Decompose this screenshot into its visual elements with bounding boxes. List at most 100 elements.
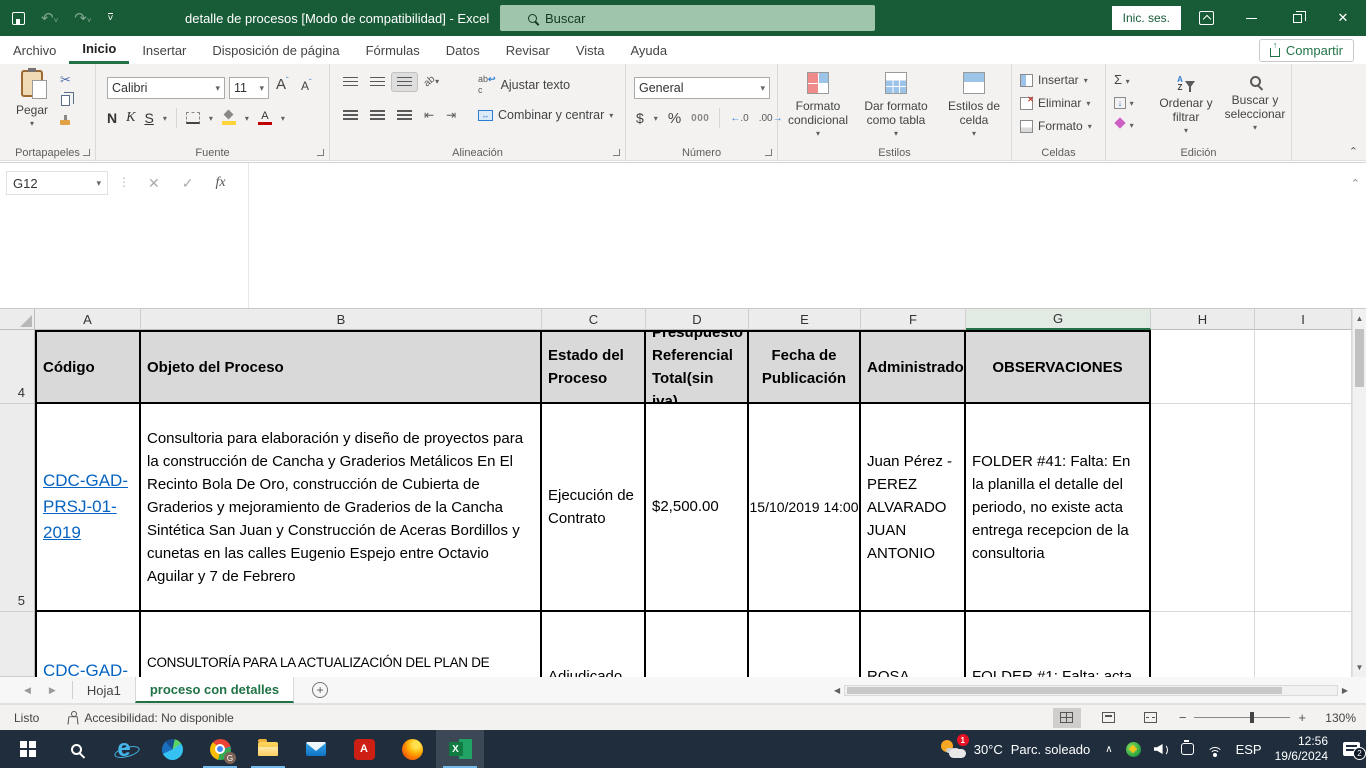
col-header-i[interactable]: I bbox=[1255, 309, 1352, 330]
cell-g6[interactable]: FOLDER #1: Falta: acta bbox=[966, 612, 1151, 677]
firefox-button[interactable] bbox=[388, 730, 436, 768]
save-icon[interactable] bbox=[12, 12, 25, 25]
cell-h6[interactable] bbox=[1151, 612, 1255, 677]
row-header-5[interactable]: 5 bbox=[0, 404, 35, 612]
col-header-a[interactable]: A bbox=[35, 309, 141, 330]
font-name-combo[interactable]: Calibri▾ bbox=[107, 77, 225, 99]
thousands-icon[interactable]: 000 bbox=[691, 113, 709, 124]
tab-inicio[interactable]: Inicio bbox=[69, 36, 129, 64]
tab-insertar[interactable]: Insertar bbox=[129, 36, 199, 64]
italic-button[interactable]: K bbox=[126, 110, 135, 126]
cell-c4[interactable]: Estado del Proceso bbox=[542, 330, 646, 404]
scroll-up-icon[interactable]: ▲ bbox=[1353, 311, 1366, 326]
cell-c5[interactable]: Ejecución de Contrato bbox=[542, 404, 646, 612]
sort-filter-button[interactable]: AZ Ordenar y filtrar▾ bbox=[1154, 72, 1218, 138]
wifi-icon[interactable] bbox=[1207, 743, 1223, 755]
number-format-combo[interactable]: General▾ bbox=[634, 77, 770, 99]
sheet-next-icon[interactable]: ▶ bbox=[49, 685, 56, 696]
volume-icon[interactable] bbox=[1154, 743, 1168, 755]
cell-g4[interactable]: OBSERVACIONES bbox=[966, 330, 1151, 404]
insert-function-icon[interactable]: fx bbox=[215, 175, 225, 191]
process-code-link-2[interactable]: CDC-GAD- bbox=[43, 658, 133, 677]
cut-icon[interactable]: ✂ bbox=[60, 74, 71, 86]
copy-icon[interactable] bbox=[61, 95, 70, 106]
orientation-icon[interactable]: ab▾ bbox=[419, 72, 444, 91]
search-box[interactable]: Buscar bbox=[500, 5, 875, 31]
cell-d4[interactable]: Presupuesto Referencial Total(sin iva) bbox=[646, 330, 749, 404]
cell-styles-button[interactable]: Estilos de celda▾ bbox=[936, 72, 1012, 141]
tab-ayuda[interactable]: Ayuda bbox=[618, 36, 681, 64]
currency-icon[interactable]: $ bbox=[636, 110, 644, 126]
cell-f5[interactable]: Juan Pérez - PEREZ ALVARADO JUAN ANTONIO bbox=[861, 404, 966, 612]
cell-d5[interactable]: $2,500.00 bbox=[646, 404, 749, 612]
horizontal-scroll-thumb[interactable] bbox=[847, 687, 1282, 694]
underline-button[interactable]: S bbox=[144, 110, 153, 126]
col-header-b[interactable]: B bbox=[141, 309, 542, 330]
customize-qat-icon[interactable]: ˅ bbox=[108, 13, 114, 23]
acrobat-button[interactable]: A bbox=[340, 730, 388, 768]
col-header-f[interactable]: F bbox=[861, 309, 966, 330]
cell-a6[interactable]: CDC-GAD- bbox=[35, 612, 141, 677]
zoom-level[interactable]: 130% bbox=[1320, 711, 1356, 725]
bold-button[interactable]: N bbox=[107, 110, 117, 126]
cell-e5[interactable]: 15/10/2019 14:00 bbox=[749, 404, 861, 612]
sign-in-button[interactable]: Inic. ses. bbox=[1112, 6, 1181, 30]
new-sheet-icon[interactable]: + bbox=[312, 682, 328, 698]
autosum-icon[interactable]: Σ ▾ bbox=[1114, 72, 1130, 87]
decrease-font-icon[interactable]: Aˇ bbox=[301, 78, 312, 93]
col-header-d[interactable]: D bbox=[646, 309, 749, 330]
language-indicator[interactable]: ESP bbox=[1236, 742, 1262, 757]
align-left-icon[interactable] bbox=[338, 106, 363, 124]
format-painter-icon[interactable] bbox=[60, 115, 70, 125]
collapse-ribbon-icon[interactable]: ⌃ bbox=[1349, 145, 1358, 158]
clear-icon[interactable]: ▾ bbox=[1114, 116, 1134, 131]
tab-disposicion[interactable]: Disposición de página bbox=[199, 36, 352, 64]
taskbar-search-button[interactable] bbox=[52, 730, 100, 768]
cell-i6[interactable] bbox=[1255, 612, 1352, 677]
formula-input[interactable] bbox=[248, 163, 1350, 308]
zoom-in-icon[interactable]: + bbox=[1298, 710, 1306, 725]
redo-icon[interactable]: ↷˅ bbox=[74, 9, 91, 27]
mail-button[interactable] bbox=[292, 730, 340, 768]
restore-button[interactable] bbox=[1274, 0, 1320, 36]
alignment-dialog-launcher[interactable] bbox=[613, 149, 620, 156]
find-select-button[interactable]: Buscar y seleccionar▾ bbox=[1220, 72, 1290, 135]
cell-e6[interactable] bbox=[749, 612, 861, 677]
row-header-4[interactable]: 4 bbox=[0, 330, 35, 404]
name-box-caret-icon[interactable]: ▾ bbox=[96, 178, 101, 189]
font-color-icon[interactable]: A bbox=[258, 111, 272, 126]
insert-cells-button[interactable]: Insertar▾ bbox=[1020, 73, 1088, 87]
tab-datos[interactable]: Datos bbox=[433, 36, 493, 64]
conditional-format-button[interactable]: Formato condicional▾ bbox=[780, 72, 856, 141]
cell-c6[interactable]: Adjudicado bbox=[542, 612, 646, 677]
zoom-out-icon[interactable]: − bbox=[1179, 710, 1187, 725]
tab-archivo[interactable]: Archivo bbox=[0, 36, 69, 64]
close-button[interactable]: ✕ bbox=[1320, 0, 1366, 36]
align-bottom-icon[interactable] bbox=[392, 73, 417, 91]
scroll-down-icon[interactable]: ▼ bbox=[1353, 660, 1366, 675]
cell-d6[interactable] bbox=[646, 612, 749, 677]
excel-taskbar-button[interactable]: X bbox=[436, 730, 484, 768]
cell-i5[interactable] bbox=[1255, 404, 1352, 612]
align-center-icon[interactable] bbox=[365, 106, 390, 124]
font-dialog-launcher[interactable] bbox=[317, 149, 324, 156]
col-header-e[interactable]: E bbox=[749, 309, 861, 330]
cell-a4[interactable]: Código bbox=[35, 330, 141, 404]
start-button[interactable] bbox=[4, 730, 52, 768]
page-layout-view-icon[interactable] bbox=[1095, 708, 1123, 728]
undo-icon[interactable]: ↶˅ bbox=[41, 9, 58, 27]
row-header-6[interactable] bbox=[0, 612, 35, 677]
page-break-view-icon[interactable] bbox=[1137, 708, 1165, 728]
minimize-button[interactable] bbox=[1228, 0, 1274, 36]
cell-f6[interactable]: ROSA bbox=[861, 612, 966, 677]
name-box[interactable]: G12▾ bbox=[6, 171, 108, 195]
decrease-indent-icon[interactable]: ⇤ bbox=[419, 104, 439, 126]
zoom-slider[interactable] bbox=[1194, 717, 1290, 719]
cancel-entry-icon[interactable]: ✕ bbox=[148, 175, 160, 192]
increase-indent-icon[interactable]: ⇥ bbox=[441, 104, 461, 126]
process-code-link[interactable]: CDC-GAD-PRSJ-01-2019 bbox=[43, 468, 133, 546]
sheet-tab-active[interactable]: proceso con detalles bbox=[135, 677, 294, 703]
fill-color-icon[interactable] bbox=[222, 111, 236, 125]
your-phone-icon[interactable] bbox=[1181, 743, 1194, 755]
cell-e4[interactable]: Fecha de Publicación bbox=[749, 330, 861, 404]
